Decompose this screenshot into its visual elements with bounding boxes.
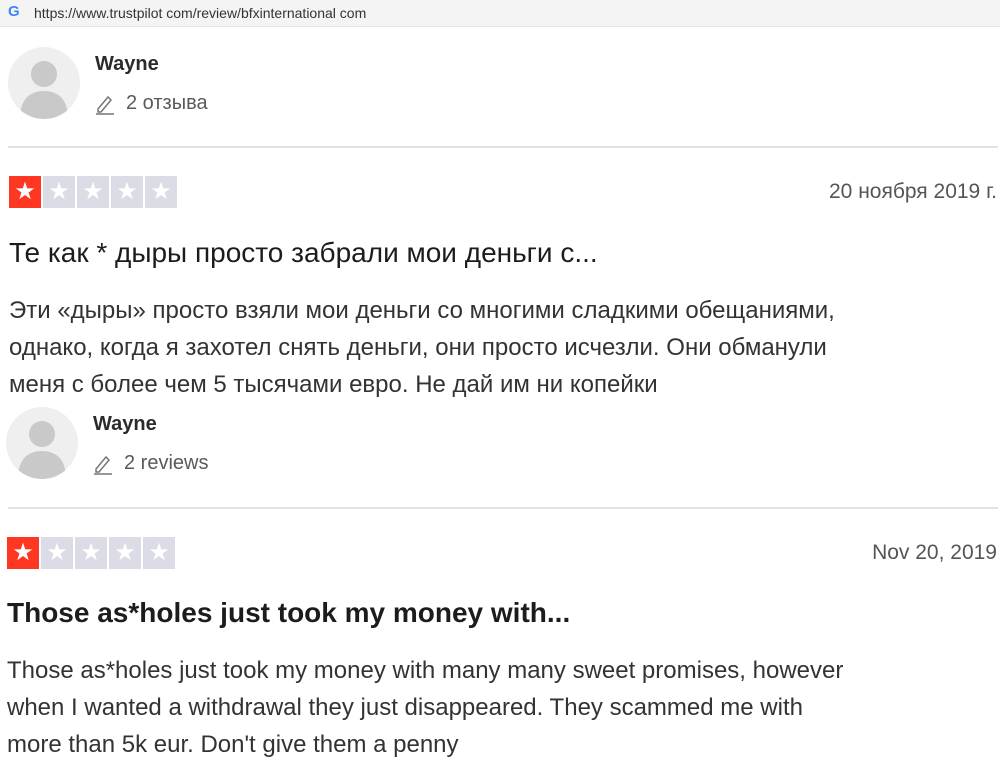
star-icon: ★ bbox=[109, 537, 141, 569]
url-text[interactable]: https://www.trustpilot com/review/bfxint… bbox=[34, 5, 366, 21]
review-body-line: Эти «дыры» просто взяли мои деньги со мн… bbox=[9, 297, 835, 324]
address-bar[interactable]: G https://www.trustpilot com/review/bfxi… bbox=[0, 0, 1000, 27]
author-name[interactable]: Wayne bbox=[95, 53, 159, 76]
pencil-icon bbox=[96, 95, 114, 115]
review-body-line: when I wanted a withdrawal they just dis… bbox=[7, 694, 803, 721]
divider bbox=[8, 507, 998, 509]
user-silhouette-icon bbox=[20, 61, 68, 119]
star-icon: ★ bbox=[9, 176, 41, 208]
star-rating: ★ ★ ★ ★ ★ bbox=[9, 176, 177, 208]
star-rating: ★ ★ ★ ★ ★ bbox=[7, 537, 175, 569]
review-body-line: Those as*holes just took my money with m… bbox=[7, 657, 844, 684]
review-body-line: меня с более чем 5 тысячами евро. Не дай… bbox=[9, 371, 658, 398]
star-icon: ★ bbox=[111, 176, 143, 208]
star-icon: ★ bbox=[7, 537, 39, 569]
review-body-line: more than 5k eur. Don't give them a penn… bbox=[7, 731, 459, 758]
star-icon: ★ bbox=[43, 176, 75, 208]
star-icon: ★ bbox=[41, 537, 73, 569]
reviews-count: 2 reviews bbox=[124, 452, 209, 474]
star-icon: ★ bbox=[77, 176, 109, 208]
user-silhouette-icon bbox=[18, 421, 66, 479]
star-icon: ★ bbox=[143, 537, 175, 569]
divider bbox=[8, 146, 998, 148]
review-body: Those as*holes just took my money with m… bbox=[7, 652, 997, 763]
google-icon: G bbox=[8, 3, 20, 20]
review-body: Эти «дыры» просто взяли мои деньги со мн… bbox=[9, 292, 999, 403]
review-title[interactable]: Те как * дыры просто забрали мои деньги … bbox=[9, 237, 598, 269]
avatar[interactable] bbox=[8, 47, 80, 119]
review-body-line: однако, когда я захотел снять деньги, он… bbox=[9, 334, 827, 361]
review-date: Nov 20, 2019 bbox=[872, 541, 997, 564]
review-date: 20 ноября 2019 г. bbox=[829, 180, 997, 203]
author-name[interactable]: Wayne bbox=[93, 413, 157, 436]
pencil-icon bbox=[94, 455, 112, 475]
review-title[interactable]: Those as*holes just took my money with..… bbox=[7, 597, 570, 629]
star-icon: ★ bbox=[75, 537, 107, 569]
avatar[interactable] bbox=[6, 407, 78, 479]
star-icon: ★ bbox=[145, 176, 177, 208]
reviews-count: 2 отзыва bbox=[126, 92, 208, 114]
